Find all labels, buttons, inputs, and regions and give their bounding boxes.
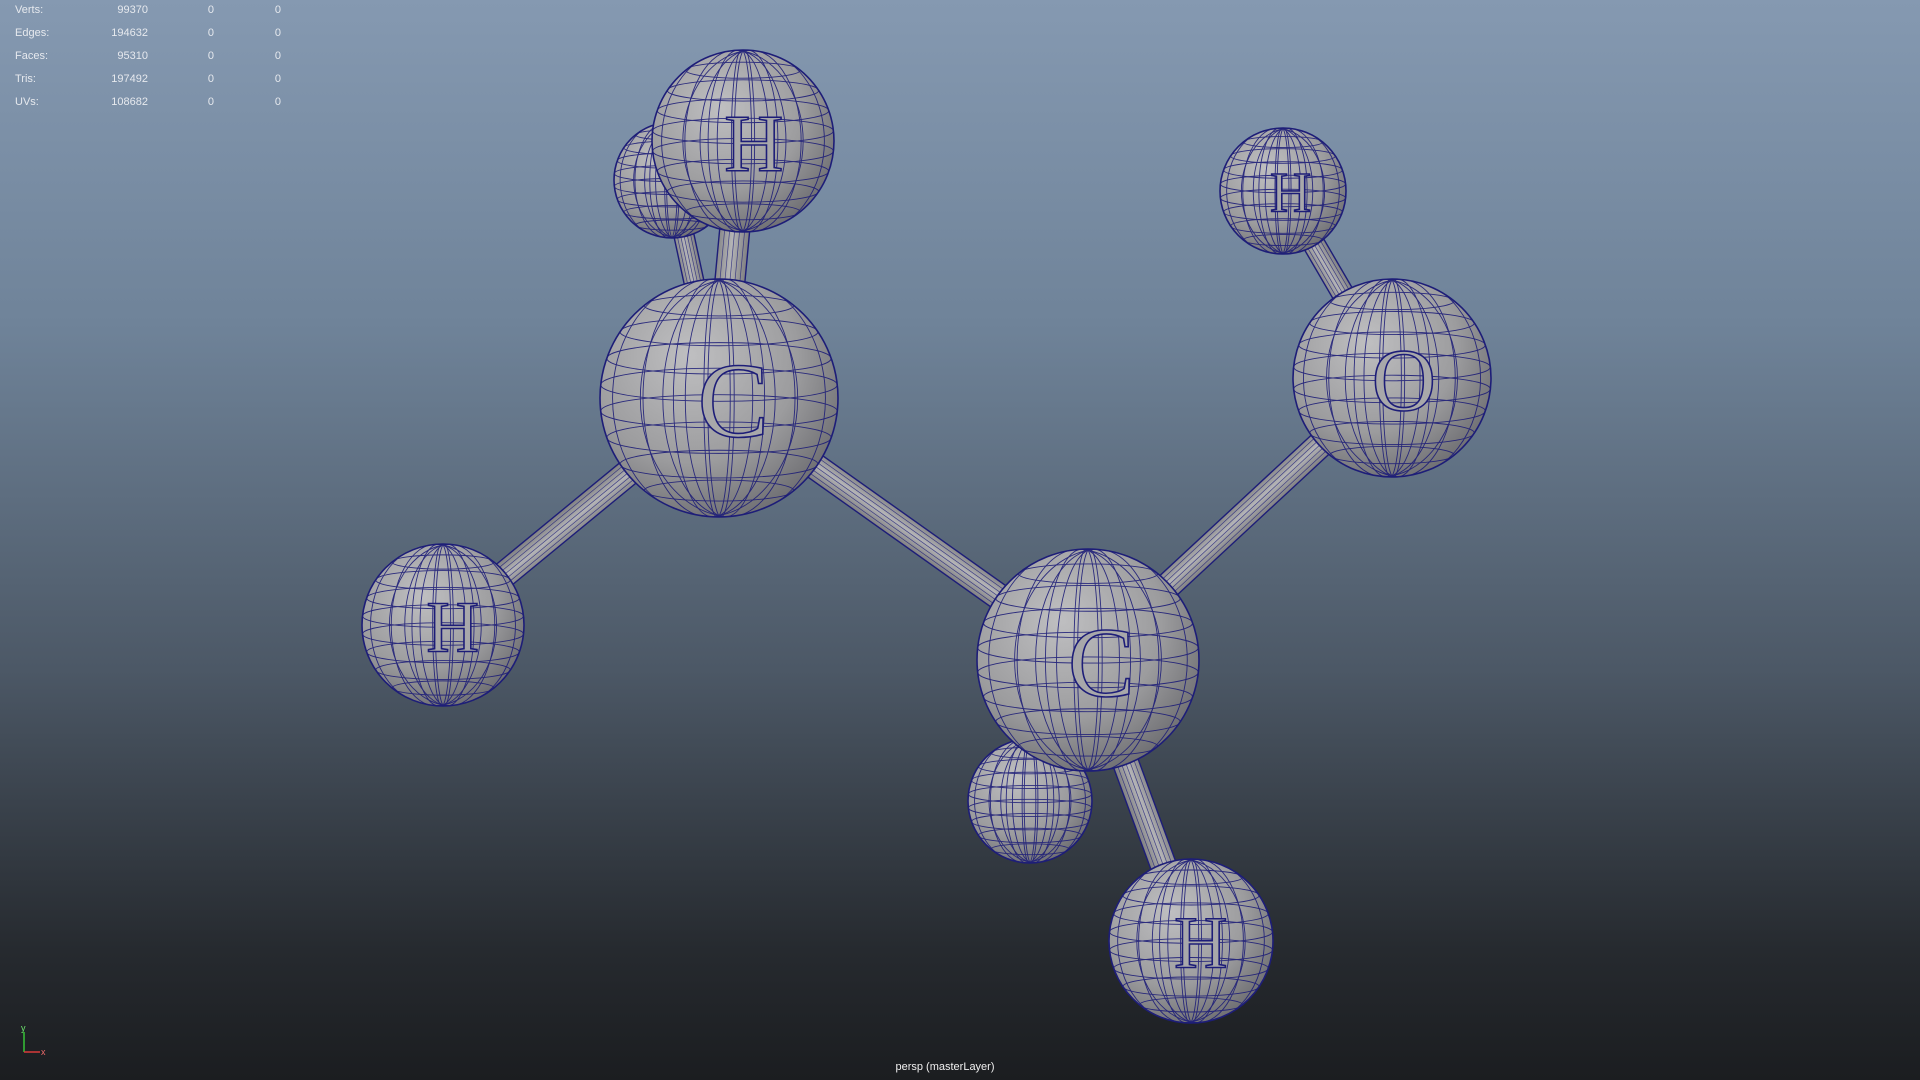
perspective-viewport[interactable]: H C H H O C H: [0, 0, 1920, 1080]
atom-h_right_top[interactable]: H: [1219, 127, 1347, 255]
atom-label: C: [698, 343, 769, 461]
atom-label: H: [1270, 162, 1311, 225]
x-axis-label: x: [41, 1047, 46, 1056]
y-axis-label: y: [21, 1023, 26, 1033]
atom-c_left[interactable]: C: [599, 278, 839, 518]
atom-o[interactable]: O: [1292, 278, 1492, 478]
atom-label: O: [1372, 332, 1436, 430]
camera-label: persp (masterLayer): [895, 1061, 995, 1073]
axis-gizmo: y x: [21, 1023, 46, 1056]
atom-label: H: [1174, 903, 1227, 985]
atom-h_bottom[interactable]: H: [1108, 858, 1274, 1024]
atom-c_right[interactable]: C: [976, 548, 1200, 772]
atom-h_top[interactable]: H: [651, 49, 835, 233]
atom-label: H: [724, 98, 783, 189]
bonds-layer: [433, 138, 1403, 947]
atom-h_left[interactable]: H: [361, 543, 525, 707]
atom-label: C: [1068, 607, 1135, 718]
atom-label: H: [426, 586, 479, 667]
